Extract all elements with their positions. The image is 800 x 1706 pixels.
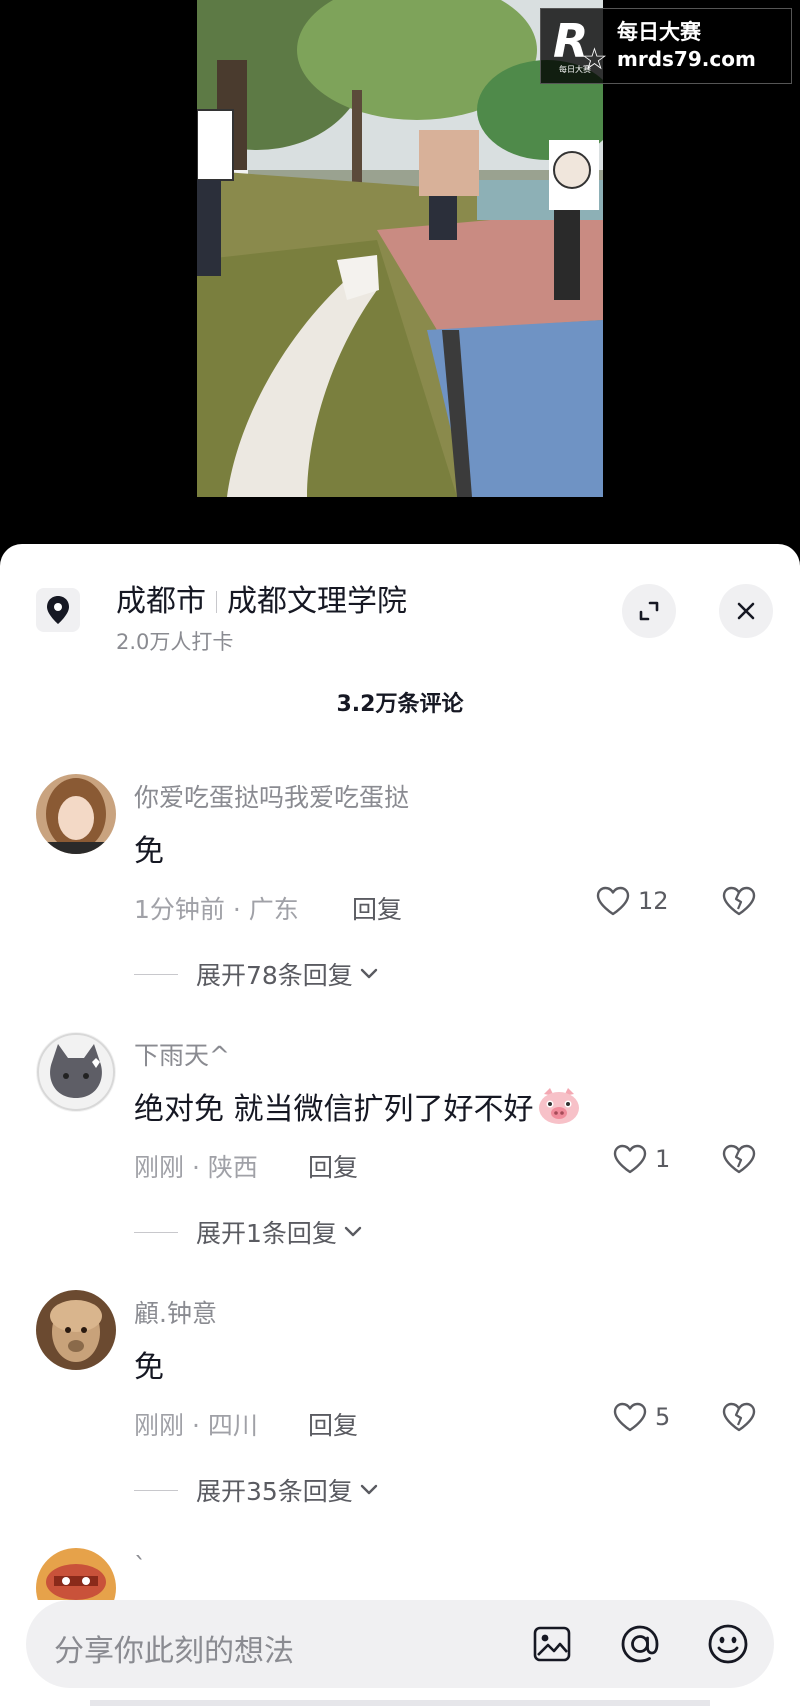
divider: [134, 973, 178, 975]
heart-icon: [596, 886, 630, 916]
watermark-line2: mrds79.com: [617, 47, 756, 71]
reply-button[interactable]: 回复: [308, 1406, 358, 1442]
chevron-down-icon: [360, 968, 378, 979]
watermark-line1: 每日大赛: [617, 20, 701, 44]
video-player[interactable]: R ☆ 每日大赛 每日大赛 mrds79.com: [0, 0, 800, 545]
comment-meta: 1分钟前 · 广东: [134, 895, 299, 924]
reply-button[interactable]: 回复: [308, 1148, 358, 1184]
heart-icon: [613, 1402, 647, 1432]
chevron-down-icon: [344, 1226, 362, 1237]
avatar[interactable]: [36, 774, 116, 854]
avatar[interactable]: [36, 1032, 116, 1112]
close-icon: [737, 602, 755, 620]
location-pin-icon: [36, 588, 80, 632]
comment-text: 绝对免 就当微信扩列了好不好: [134, 1084, 582, 1128]
comment-meta: 刚刚 · 四川: [134, 1411, 258, 1440]
like-count: 1: [655, 1145, 671, 1173]
location-checkins: 2.0万人打卡: [116, 630, 234, 654]
expand-replies[interactable]: 展开35条回复: [134, 1472, 379, 1508]
comment-text-content: 绝对免 就当微信扩列了好不好: [134, 1092, 534, 1127]
watermark-logo: R ☆ 每日大赛 每日大赛 mrds79.com: [540, 8, 792, 84]
brand-logo: R ☆ 每日大赛: [553, 14, 608, 77]
like-button[interactable]: 5: [613, 1402, 670, 1432]
like-count: 5: [655, 1403, 671, 1431]
comment-sheet: 成都市 成都文理学院 2.0万人打卡 3.2万条评论 你爱吃蛋挞吗我爱吃蛋挞 免 …: [0, 544, 800, 1706]
avatar[interactable]: [36, 1548, 116, 1600]
location-header[interactable]: 成都市 成都文理学院 2.0万人打卡: [0, 544, 800, 664]
comment-item: `: [0, 1540, 800, 1600]
dislike-button[interactable]: [722, 1144, 756, 1178]
comment-item: 你爱吃蛋挞吗我爱吃蛋挞 免 1分钟前 · 广东 回复 12 展开78条回复: [0, 766, 800, 1024]
comment-username[interactable]: 你爱吃蛋挞吗我爱吃蛋挞: [134, 778, 409, 814]
divider: [216, 591, 217, 613]
home-indicator: [90, 1700, 710, 1706]
comment-username[interactable]: 顧.钟意: [134, 1294, 217, 1330]
like-count: 12: [638, 887, 669, 915]
location-title[interactable]: 成都市 成都文理学院: [116, 576, 407, 620]
image-icon[interactable]: [528, 1620, 576, 1668]
heart-icon: [613, 1144, 647, 1174]
comment-text: 免: [134, 1350, 164, 1385]
dislike-button[interactable]: [722, 886, 756, 920]
watermark-text: 每日大赛 mrds79.com: [617, 19, 756, 73]
broken-heart-icon: [722, 1144, 756, 1174]
expand-icon: [639, 601, 659, 621]
avatar[interactable]: [36, 1290, 116, 1370]
comment-item: 顧.钟意 免 刚刚 · 四川 回复 5 展开35条回复: [0, 1282, 800, 1540]
expand-replies-label: 展开78条回复: [196, 961, 353, 990]
expand-replies[interactable]: 展开1条回复: [134, 1214, 363, 1250]
expand-replies-label: 展开35条回复: [196, 1477, 353, 1506]
divider: [134, 1489, 178, 1491]
mention-icon[interactable]: [616, 1620, 664, 1668]
divider: [134, 1231, 178, 1233]
comment-count: 3.2万条评论: [336, 692, 464, 717]
emoji-icon[interactable]: [704, 1620, 752, 1668]
close-button[interactable]: [719, 584, 773, 638]
comment-username[interactable]: `: [134, 1552, 147, 1581]
dislike-button[interactable]: [722, 1402, 756, 1436]
location-place: 成都文理学院: [227, 584, 407, 619]
like-button[interactable]: 1: [613, 1144, 670, 1174]
reply-button[interactable]: 回复: [352, 890, 402, 926]
comment-input[interactable]: 分享你此刻的想法: [54, 1626, 294, 1670]
pig-emoji-icon: [538, 1088, 579, 1124]
comment-text: 免: [134, 834, 164, 869]
expand-replies-label: 展开1条回复: [196, 1219, 337, 1248]
comment-item: 下雨天^ 绝对免 就当微信扩列了好不好 刚刚 · 陕西 回复 1 展开1条回复: [0, 1024, 800, 1282]
expand-button[interactable]: [622, 584, 676, 638]
chevron-down-icon: [360, 1484, 378, 1495]
comment-meta: 刚刚 · 陕西: [134, 1153, 258, 1182]
location-city: 成都市: [116, 584, 206, 619]
like-button[interactable]: 12: [596, 886, 669, 916]
comment-username[interactable]: 下雨天^: [134, 1036, 230, 1072]
expand-replies[interactable]: 展开78条回复: [134, 956, 379, 992]
broken-heart-icon: [722, 1402, 756, 1432]
broken-heart-icon: [722, 886, 756, 916]
comment-input-bar[interactable]: 分享你此刻的想法: [26, 1600, 774, 1688]
